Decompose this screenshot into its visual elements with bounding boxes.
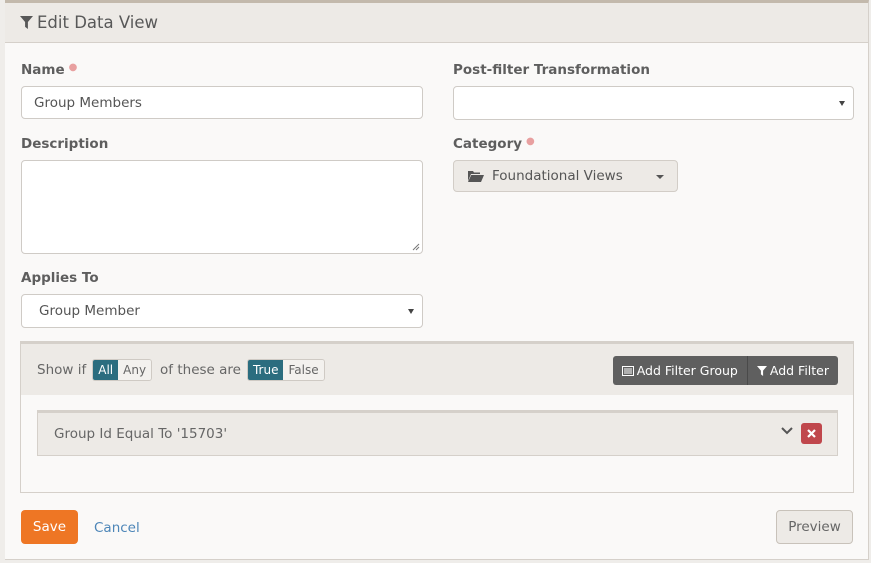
filter-section: Show if All Any of these are True False … <box>20 341 854 493</box>
select-caret-icon <box>408 309 414 314</box>
filter-icon <box>20 16 33 29</box>
delete-filter-button[interactable] <box>801 423 822 444</box>
close-icon <box>807 429 816 438</box>
name-input-value: Group Members <box>34 94 142 111</box>
name-input[interactable]: Group Members <box>21 86 423 119</box>
description-textarea[interactable] <box>21 160 423 254</box>
filter-row[interactable]: Group Id Equal To '15703' <box>37 410 838 456</box>
resize-grip-icon[interactable] <box>412 243 420 251</box>
preview-button[interactable]: Preview <box>776 510 853 544</box>
applies-to-value: Group Member <box>39 303 140 319</box>
filter-actions: Add Filter Group Add Filter <box>612 356 838 385</box>
filter-header: Show if All Any of these are True False … <box>21 344 853 395</box>
post-filter-select[interactable] <box>453 86 854 120</box>
cancel-link[interactable]: Cancel <box>94 520 140 536</box>
match-any-option[interactable]: Any <box>118 359 152 380</box>
filter-icon <box>756 365 767 376</box>
show-if-label: Show if <box>37 361 87 378</box>
applies-to-select[interactable]: Group Member <box>21 294 423 328</box>
add-filter-group-button[interactable]: Add Filter Group <box>613 356 747 385</box>
filter-row-text: Group Id Equal To '15703' <box>54 426 228 442</box>
truth-toggle: True False <box>246 358 325 381</box>
category-label-text: Category <box>453 136 523 152</box>
add-filter-label: Add Filter <box>769 363 829 378</box>
save-button[interactable]: Save <box>21 510 78 544</box>
page-title: Edit Data View <box>37 13 158 32</box>
applies-to-label: Applies To <box>21 270 99 286</box>
required-indicator: ● <box>526 136 535 147</box>
list-alt-icon <box>621 365 634 376</box>
panel-heading: Edit Data View <box>5 3 868 43</box>
select-caret-icon <box>839 101 845 106</box>
dropdown-caret-icon <box>656 175 664 179</box>
required-indicator: ● <box>68 62 78 73</box>
match-toggle: All Any <box>92 358 153 381</box>
name-label-text: Name <box>21 62 65 78</box>
truth-false-option[interactable]: False <box>283 359 324 380</box>
edit-data-view-panel: Edit Data View Name ● Group Members Descr… <box>5 0 869 560</box>
category-picker[interactable]: Foundational Views <box>453 160 678 192</box>
category-label: Category ● <box>453 136 535 152</box>
name-label: Name ● <box>21 62 77 78</box>
add-filter-button[interactable]: Add Filter <box>746 356 838 385</box>
of-these-are-label: of these are <box>160 361 241 378</box>
post-filter-label: Post-filter Transformation <box>453 62 650 78</box>
add-filter-group-label: Add Filter Group <box>636 363 738 378</box>
description-label: Description <box>21 136 109 152</box>
match-all-option[interactable]: All <box>93 359 119 380</box>
chevron-down-icon[interactable] <box>781 427 793 435</box>
category-value: Foundational Views <box>492 168 623 184</box>
truth-true-option[interactable]: True <box>247 359 284 380</box>
folder-open-icon <box>468 171 484 182</box>
